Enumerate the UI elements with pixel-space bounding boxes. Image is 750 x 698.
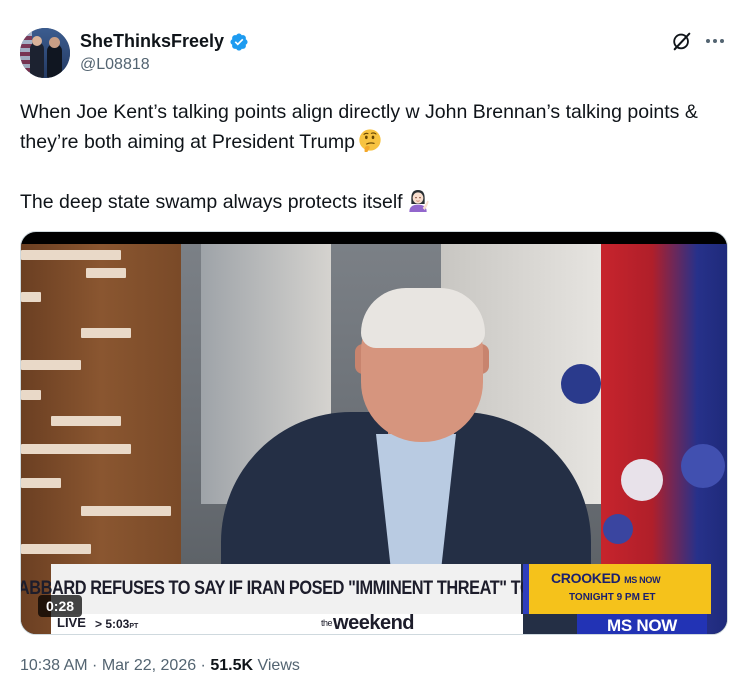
tweet-date[interactable]: Mar 22, 2026 xyxy=(102,657,196,674)
video-player[interactable]: GABBARD REFUSES TO SAY IF IRAN POSED "IM… xyxy=(20,231,728,635)
video-duration: 0:28 xyxy=(38,595,83,617)
network-logo: MS NOW xyxy=(577,614,707,634)
show-logo-name: weekend xyxy=(333,612,414,634)
wall-slat xyxy=(21,544,91,554)
avatar-figure-right xyxy=(47,44,62,78)
promo-network: MS NOW xyxy=(624,575,661,585)
meta-separator: · xyxy=(87,657,102,674)
decor-dot xyxy=(561,364,601,404)
avatar-figure-left xyxy=(30,42,44,78)
chyron-text: GABBARD REFUSES TO SAY IF IRAN POSED "IM… xyxy=(21,578,567,599)
tweet-paragraph-1: When Joe Kent’s talking points align dir… xyxy=(20,97,720,157)
views-label: Views xyxy=(253,657,300,674)
avatar-figure-right-head xyxy=(49,37,60,48)
wall-slat xyxy=(21,360,81,370)
tweet-text: When Joe Kent’s talking points align dir… xyxy=(20,97,720,217)
broadcast-time-zone: PT xyxy=(129,623,139,630)
broadcast-time-value: > 5:03 xyxy=(95,617,130,631)
author-handle[interactable]: @L08818 xyxy=(80,56,150,74)
decor-dot xyxy=(621,459,663,501)
speaker-hair xyxy=(361,288,485,348)
wall-slat xyxy=(81,328,131,338)
meta-separator: · xyxy=(196,657,211,674)
wall-slat xyxy=(21,478,61,488)
wall-slat xyxy=(21,444,131,454)
grok-icon[interactable] xyxy=(671,30,693,52)
thinking-face-emoji-icon xyxy=(359,129,381,152)
broadcast-time: > 5:03PT xyxy=(95,617,138,631)
promo-title: CROOKED MS NOW xyxy=(551,570,661,586)
wall-slat xyxy=(51,416,121,426)
display-name[interactable]: SheThinksFreely xyxy=(80,31,224,52)
decor-dot xyxy=(681,444,725,488)
tweet-text-2: The deep state swamp always protects its… xyxy=(20,191,403,213)
woman-tipping-hand-emoji-icon xyxy=(408,190,429,212)
decor-dot xyxy=(603,514,633,544)
author-name-row: SheThinksFreely xyxy=(80,31,249,52)
live-label: LIVE xyxy=(57,615,86,630)
wall-slat xyxy=(21,390,41,400)
more-dot xyxy=(713,39,717,43)
show-logo: theweekend xyxy=(321,612,414,634)
more-dot xyxy=(706,39,710,43)
tweet-meta: 10:38 AM · Mar 22, 2026 · 51.5K Views xyxy=(20,657,300,675)
verified-badge-icon[interactable] xyxy=(229,32,249,52)
more-dot xyxy=(720,39,724,43)
tweet-paragraph-2: The deep state swamp always protects its… xyxy=(20,187,720,217)
views-count[interactable]: 51.5K xyxy=(210,657,253,674)
tweet: SheThinksFreely @L08818 When Joe Kent’s … xyxy=(0,0,750,698)
wall-slat xyxy=(81,506,171,516)
wall-slat xyxy=(86,268,126,278)
news-chyron: GABBARD REFUSES TO SAY IF IRAN POSED "IM… xyxy=(21,564,567,614)
avatar[interactable] xyxy=(20,28,70,78)
show-logo-prefix: the xyxy=(321,618,333,628)
wall-slat xyxy=(21,250,121,260)
tweet-time[interactable]: 10:38 AM xyxy=(20,657,88,674)
show-promo: CROOKED MS NOW TONIGHT 9 PM ET xyxy=(523,564,711,614)
promo-title-text: CROOKED xyxy=(551,570,621,586)
wall-slat xyxy=(21,292,41,302)
promo-time: TONIGHT 9 PM ET xyxy=(569,592,656,603)
more-options-icon[interactable] xyxy=(704,30,726,52)
avatar-figure-left-head xyxy=(32,36,42,46)
video-frame[interactable]: GABBARD REFUSES TO SAY IF IRAN POSED "IM… xyxy=(21,244,727,634)
